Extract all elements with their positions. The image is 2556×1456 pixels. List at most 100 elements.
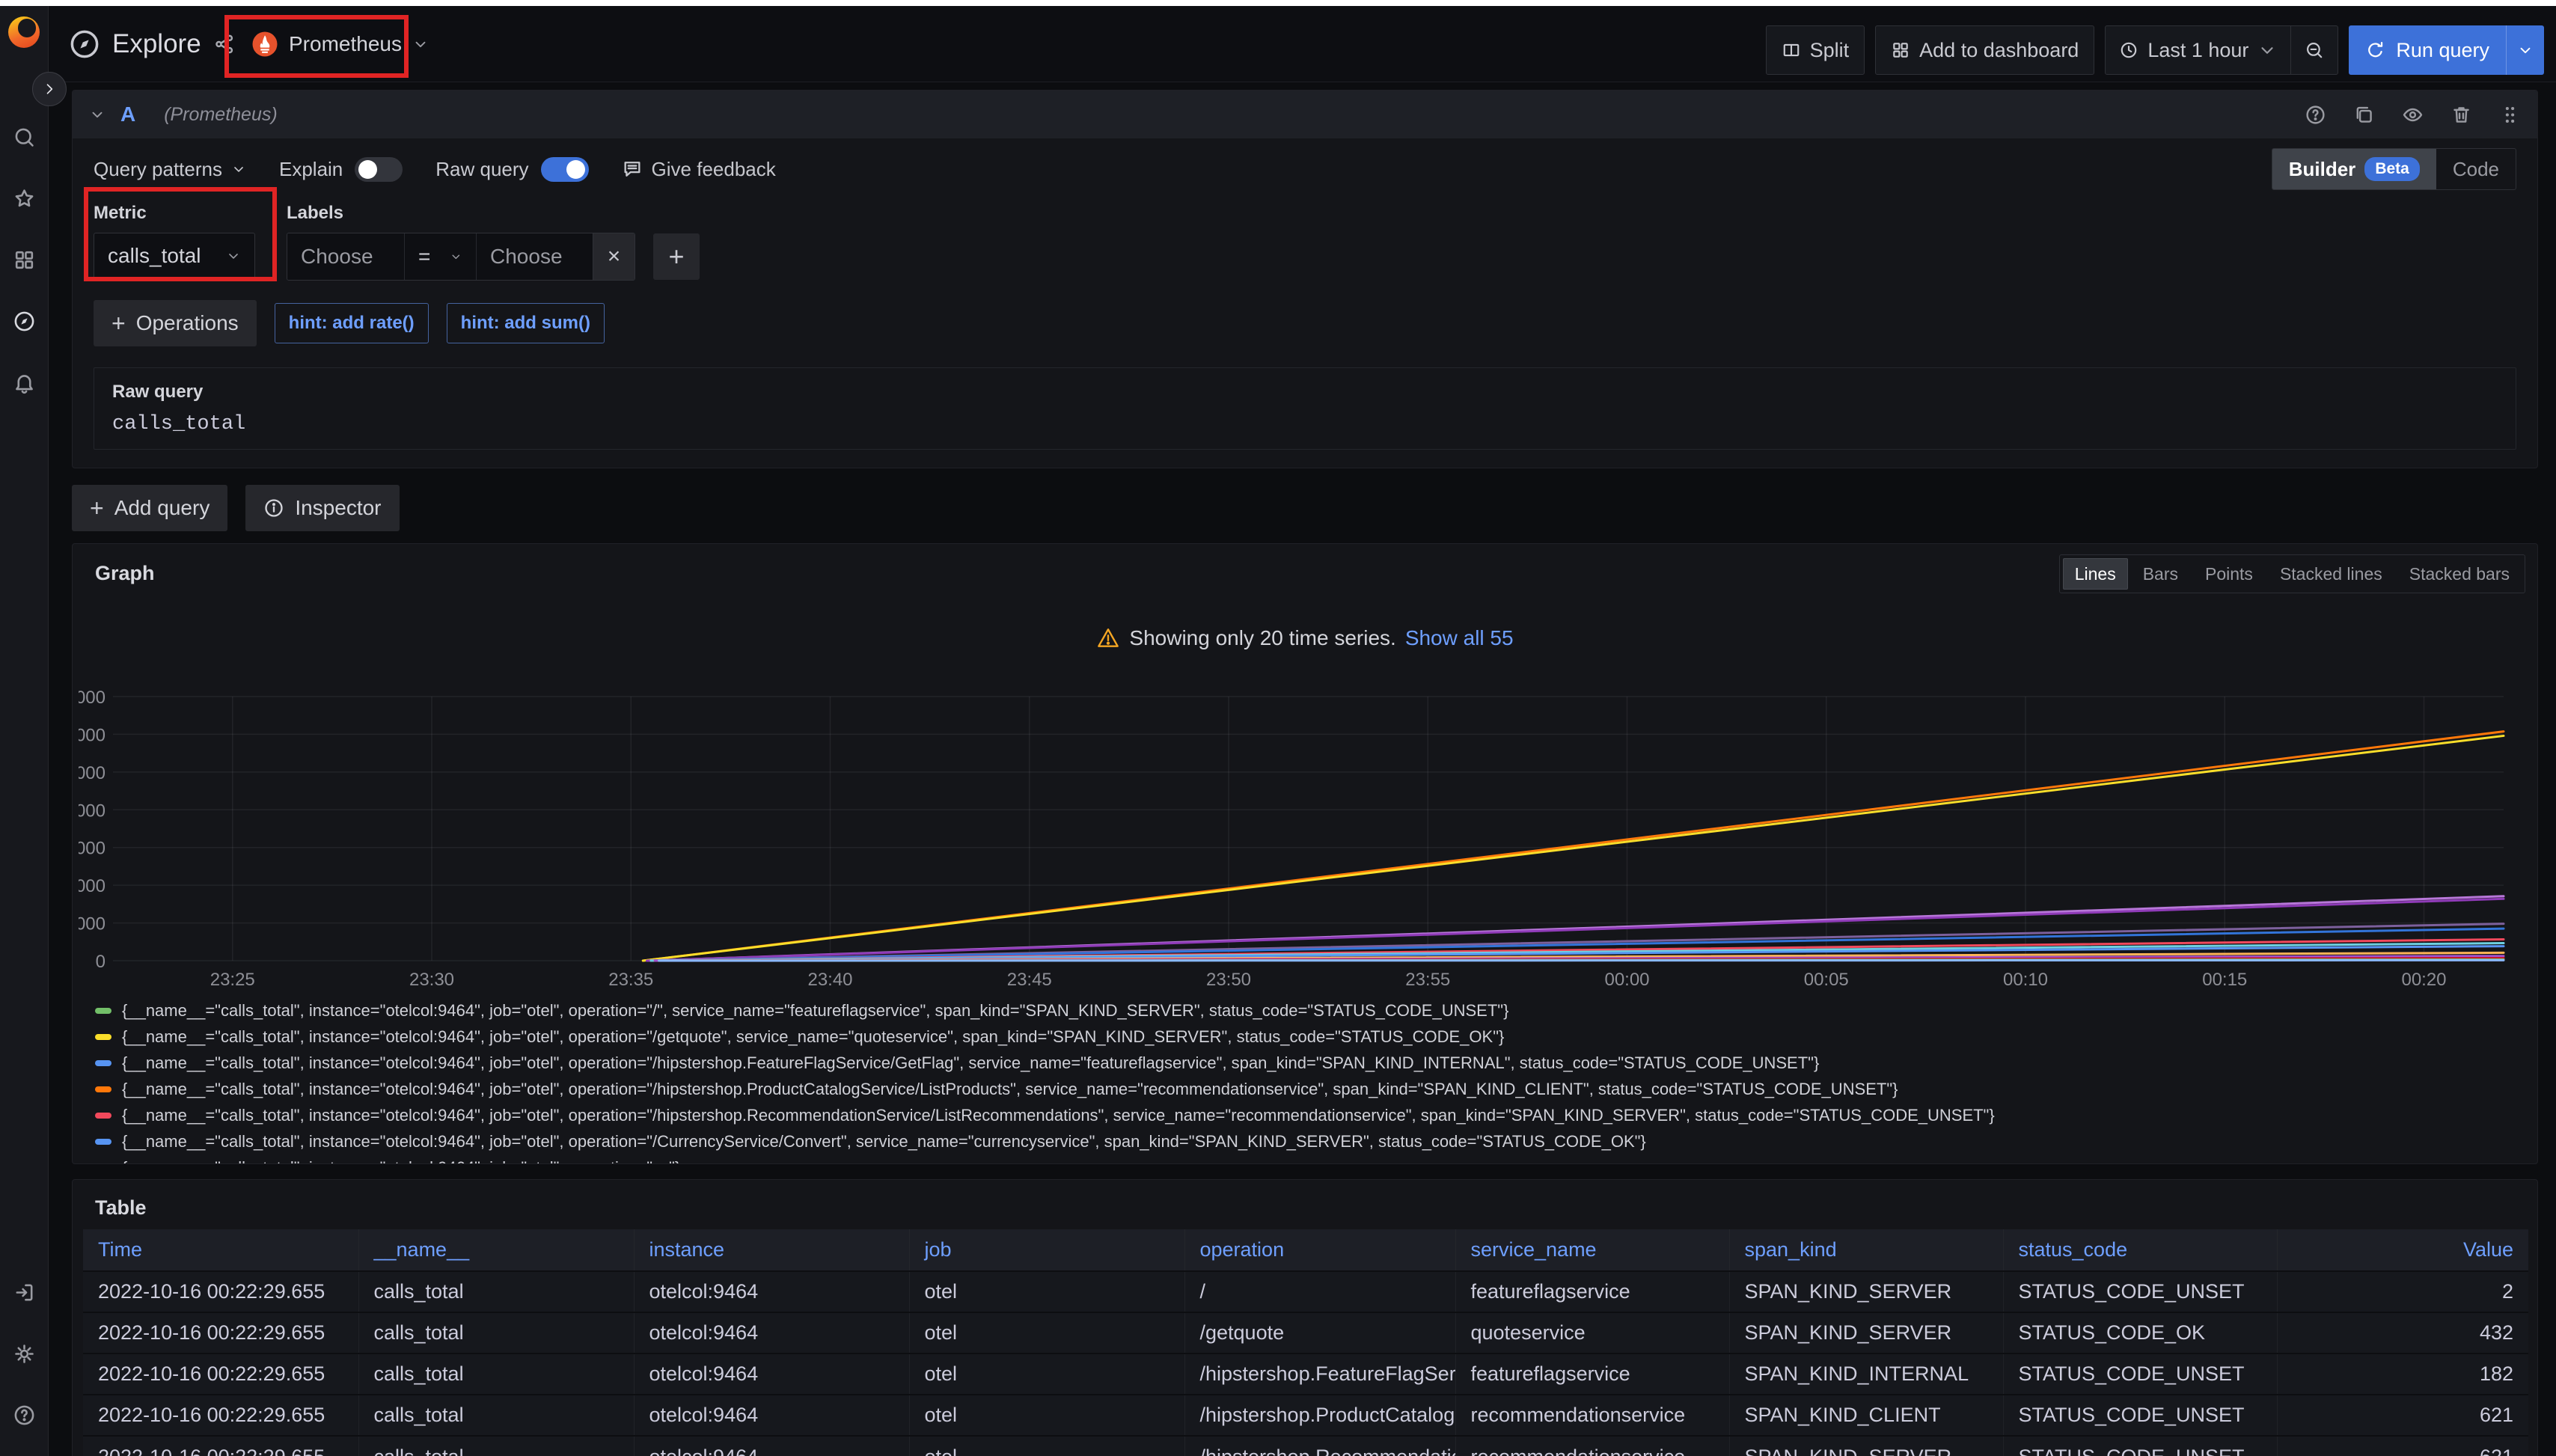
chevron-down-icon [412,36,429,52]
legend-item[interactable]: {__name__="calls_total", instance="otelc… [95,1154,2530,1164]
builder-code-switch: Builder Beta Code [2272,148,2516,190]
table-cell: SPAN_KIND_CLIENT [1729,1395,2003,1436]
query-row-header[interactable]: A (Prometheus) [73,91,2537,138]
share-alt-icon[interactable] [213,33,236,55]
run-query-button[interactable]: Run query [2349,25,2544,75]
query-toolbar: Query patterns Explain Raw query Give fe… [94,149,2516,189]
table-column-header[interactable]: Time [83,1229,358,1271]
legend-item[interactable]: {__name__="calls_total", instance="otelc… [95,997,2530,1024]
x-axis-tick-label: 23:35 [608,970,653,990]
time-series-chart[interactable]: 0200040006000800010000120001400023:2523:… [79,680,2533,1002]
table-column-header[interactable]: status_code [2003,1229,2277,1271]
sidebar-item-help[interactable] [0,1384,48,1446]
chart-series-line [659,960,2504,961]
query-ref-id[interactable]: A [120,103,135,126]
legend-item[interactable]: {__name__="calls_total", instance="otelc… [95,1128,2530,1154]
label-operator-value: = [418,245,430,269]
table-cell: 2 [2277,1271,2528,1312]
graph-mode-bars[interactable]: Bars [2131,558,2190,590]
table-column-header[interactable]: operation [1184,1229,1455,1271]
operations-button[interactable]: + Operations [94,300,257,346]
explain-toggle[interactable] [355,157,403,182]
zoom-out-button[interactable] [2291,26,2338,74]
options-collapse[interactable]: Options [94,466,186,468]
legend-item[interactable]: {__name__="calls_total", instance="otelc… [95,1102,2530,1128]
code-tab[interactable]: Code [2436,149,2516,189]
sidebar-item-alerting[interactable] [0,352,48,413]
page-title: Explore [112,29,201,59]
table-cell: SPAN_KIND_SERVER [1729,1312,2003,1353]
sidebar-item-starred[interactable] [0,168,48,229]
trash-icon[interactable] [2450,104,2472,126]
legend-item[interactable]: {__name__="calls_total", instance="otelc… [95,1050,2530,1076]
table-column-header[interactable]: job [909,1229,1184,1271]
copy-icon[interactable] [2353,104,2375,126]
legend-item[interactable]: {__name__="calls_total", instance="otelc… [95,1024,2530,1050]
metric-label: Metric [94,203,255,224]
beta-badge: Beta [2364,157,2420,181]
add-query-label: Add query [114,496,210,520]
table-column-header[interactable]: instance [634,1229,909,1271]
datasource-picker[interactable]: Prometheus [238,16,442,72]
table-cell: STATUS_CODE_UNSET [2003,1395,2277,1436]
raw-query-toggle[interactable] [541,157,589,182]
table-column-header[interactable]: __name__ [358,1229,634,1271]
code-label: Code [2453,158,2499,181]
search-icon [13,126,36,149]
table-cell: / [1184,1271,1455,1312]
table-cell: recommendationservice [1455,1395,1729,1436]
inspector-button[interactable]: Inspector [245,485,399,531]
query-hint-button[interactable]: hint: add sum() [447,303,605,343]
table-row: 2022-10-16 00:22:29.655calls_totalotelco… [83,1271,2528,1312]
run-query-caret[interactable] [2507,25,2544,75]
chevron-right-icon [42,82,57,97]
legend-item[interactable]: {__name__="calls_total", instance="otelc… [95,1076,2530,1102]
raw-query-section: Raw query calls_total [94,367,2516,450]
label-value-select[interactable]: Choose [476,233,593,280]
grafana-logo[interactable] [8,16,40,48]
time-range-picker[interactable]: Last 1 hour [2106,26,2290,74]
sidebar-item-settings[interactable] [0,1323,48,1384]
metric-select[interactable]: calls_total [94,233,255,279]
eye-icon[interactable] [2402,104,2424,126]
query-hint-button[interactable]: hint: add rate() [275,303,429,343]
graph-mode-stacked-bars[interactable]: Stacked bars [2397,558,2522,590]
graph-mode-lines[interactable]: Lines [2063,558,2128,590]
table-row: 2022-10-16 00:22:29.655calls_totalotelco… [83,1312,2528,1353]
graph-mode-points[interactable]: Points [2193,558,2265,590]
run-query-label: Run query [2396,39,2489,62]
x-axis-tick-label: 00:15 [2202,970,2247,990]
sidebar-item-sign-in[interactable] [0,1261,48,1323]
sidebar-expand-button[interactable] [32,72,67,106]
label-filter-group: Choose = Choose × [287,233,635,281]
split-button[interactable]: Split [1766,25,1865,75]
legend-label: {__name__="calls_total", instance="otelc… [122,1158,680,1165]
sidebar-item-search[interactable] [0,106,48,168]
sidebar-item-explore[interactable] [0,290,48,352]
give-feedback-button[interactable]: Give feedback [622,158,776,181]
graph-mode-stacked-lines[interactable]: Stacked lines [2268,558,2394,590]
remove-label-filter-button[interactable]: × [593,233,635,280]
help-circle-icon[interactable] [2305,104,2326,126]
sidebar-item-apps[interactable] [0,229,48,290]
add-to-dashboard-button[interactable]: Add to dashboard [1875,25,2094,75]
builder-tab[interactable]: Builder Beta [2272,149,2436,189]
table-column-header[interactable]: service_name [1455,1229,1729,1271]
add-query-button[interactable]: + Add query [72,485,227,531]
gear-icon [13,1342,36,1365]
add-to-dashboard-label: Add to dashboard [1919,39,2079,62]
chart-legend: {__name__="calls_total", instance="otelc… [95,997,2530,1164]
table-column-header[interactable]: span_kind [1729,1229,2003,1271]
option-summary-item: Legend: Auto [218,466,324,468]
drag-handle-icon[interactable] [2499,104,2521,126]
collapse-chevron-icon[interactable] [89,106,106,123]
show-all-series-link[interactable]: Show all 55 [1405,626,1514,650]
prometheus-icon [251,31,278,58]
query-patterns-dropdown[interactable]: Query patterns [94,158,246,181]
table-column-header[interactable]: Value [2277,1229,2528,1271]
sign-in-icon [13,1281,36,1304]
add-label-filter-button[interactable]: + [653,233,700,280]
x-axis-tick-label: 00:20 [2401,970,2446,990]
label-operator-select[interactable]: = [404,233,476,280]
label-key-select[interactable]: Choose [287,233,404,280]
